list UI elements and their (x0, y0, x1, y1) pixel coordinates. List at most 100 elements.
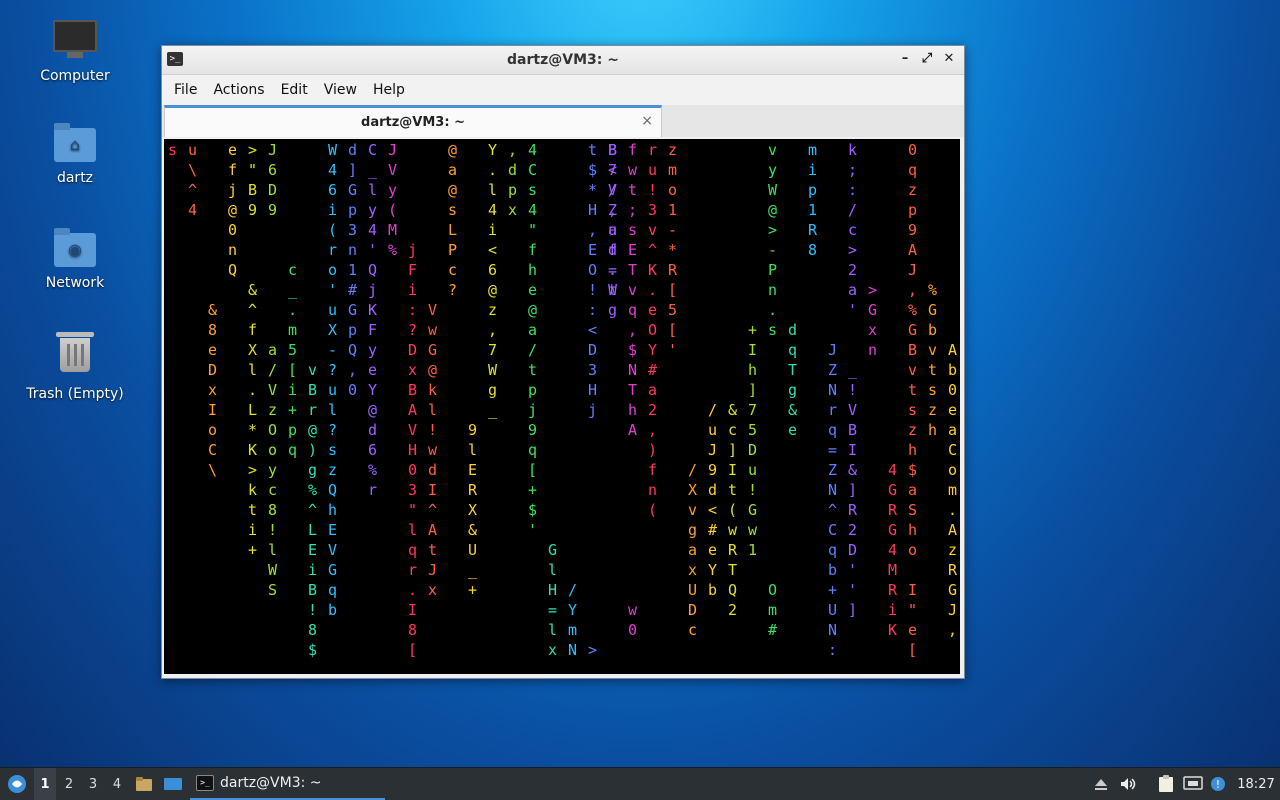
matrix-trail-glyph: R (848, 501, 858, 519)
matrix-trail-glyph: 4 (888, 461, 897, 479)
matrix-column-glyph: Y (648, 341, 657, 359)
matrix-column-glyph: G (328, 561, 337, 579)
matrix-trail-glyph: Q (728, 581, 737, 599)
desktop-icon-trash[interactable]: Trash (Empty) (20, 330, 130, 402)
matrix-trail-glyph: & (788, 401, 797, 419)
matrix-trail-glyph: U (468, 541, 477, 559)
menu-file[interactable]: File (166, 82, 205, 98)
matrix-column-glyph: 6 (328, 181, 337, 199)
matrix-column-glyph: ! (588, 281, 597, 299)
maximize-button[interactable]: ⤢ (918, 50, 936, 68)
svg-text:!: ! (1216, 778, 1220, 791)
matrix-column-glyph: 0 (228, 221, 237, 239)
matrix-trail-glyph: _ (468, 561, 478, 579)
matrix-column-glyph: o (668, 181, 677, 199)
minimize-button[interactable]: – (896, 50, 914, 68)
matrix-column-glyph: j (368, 281, 377, 299)
matrix-trail-glyph: 8 (208, 321, 217, 339)
matrix-column-glyph: f (228, 161, 237, 179)
matrix-column-glyph: K (368, 301, 377, 319)
volume-icon[interactable] (1116, 768, 1140, 800)
matrix-column-glyph: V (328, 541, 337, 559)
matrix-column-glyph: . (488, 161, 497, 179)
menu-help[interactable]: Help (365, 82, 413, 98)
matrix-column-glyph: n (348, 241, 357, 259)
matrix-trail-glyph: J (948, 601, 957, 619)
start-menu-icon[interactable] (4, 768, 30, 800)
matrix-column-glyph: % (388, 241, 397, 259)
matrix-column-glyph: k (848, 141, 857, 159)
matrix-trail-glyph: 4 (888, 541, 897, 559)
matrix-trail-glyph: I (908, 581, 917, 599)
matrix-trail-glyph: I (728, 461, 737, 479)
matrix-trail-glyph: l (468, 441, 477, 459)
menu-edit[interactable]: Edit (273, 82, 316, 98)
matrix-column-glyph: 8 (808, 241, 817, 259)
close-button[interactable]: ✕ (940, 50, 958, 68)
matrix-trail-glyph: 0 (628, 621, 637, 639)
matrix-trail-glyph: t (908, 381, 917, 399)
update-icon[interactable]: ! (1206, 768, 1230, 800)
matrix-column-glyph: 7 (488, 341, 497, 359)
matrix-trail-glyph: . (288, 301, 297, 319)
matrix-trail-glyph: z (268, 401, 277, 419)
matrix-column-glyph: W (768, 181, 778, 199)
clock[interactable]: 18:27 (1234, 768, 1278, 800)
terminal-window[interactable]: >_ dartz@VM3: ~ – ⤢ ✕ File Actions Edit … (161, 45, 965, 679)
matrix-trail-glyph: m (768, 601, 777, 619)
matrix-column-glyph: A (628, 421, 637, 439)
menu-actions[interactable]: Actions (205, 82, 272, 98)
matrix-column-glyph: 3 (588, 361, 597, 379)
desktop-icon-computer[interactable]: Computer (20, 16, 130, 84)
matrix-trail-glyph: A (428, 521, 437, 539)
matrix-column-glyph: l (368, 181, 377, 199)
matrix-trail-glyph: b (948, 361, 957, 379)
matrix-trail-glyph: > (868, 281, 877, 299)
workspace-4[interactable]: 4 (106, 768, 128, 800)
matrix-column-glyph: h (628, 401, 637, 419)
matrix-column-glyph: $ (588, 161, 597, 179)
matrix-trail-glyph: i (308, 561, 317, 579)
show-desktop-icon[interactable] (160, 768, 186, 800)
matrix-trail-glyph: I (848, 441, 857, 459)
workspace-2[interactable]: 2 (58, 768, 80, 800)
eject-icon[interactable] (1090, 768, 1112, 800)
matrix-trail-glyph: B (308, 381, 317, 399)
file-manager-icon[interactable] (132, 768, 156, 800)
matrix-trail-glyph: e (788, 421, 797, 439)
matrix-trail-glyph: t (248, 501, 257, 519)
matrix-trail-glyph: X (248, 341, 257, 359)
matrix-trail-glyph: G (868, 301, 877, 319)
matrix-column-glyph: > (248, 141, 257, 159)
matrix-trail-glyph: t (728, 481, 737, 499)
terminal-output[interactable]: s u \ ^ 4 e f j @0 n Q > " B 9 J 6 D 9 W 4 6 i(r o ' u X -? u l? s z Qh E… (164, 139, 960, 674)
desktop-icon-home[interactable]: ⌂ dartz (20, 122, 130, 186)
window-titlebar[interactable]: >_ dartz@VM3: ~ – ⤢ ✕ (162, 46, 964, 75)
matrix-column-glyph: f (648, 461, 657, 479)
network-icon[interactable] (1180, 768, 1206, 800)
matrix-trail-glyph: B (408, 381, 417, 399)
matrix-trail-glyph: k (428, 381, 437, 399)
tab-terminal[interactable]: dartz@VM3: ~ × (164, 105, 662, 137)
matrix-column-glyph: 9 (528, 421, 537, 439)
tab-close-button[interactable]: × (641, 113, 653, 129)
clipboard-icon[interactable] (1154, 768, 1178, 800)
workspace-3[interactable]: 3 (82, 768, 104, 800)
matrix-trail-glyph: C (948, 441, 957, 459)
matrix-trail-glyph: + (288, 401, 297, 419)
matrix-column-glyph: s (168, 141, 177, 159)
matrix-trail-glyph: . (948, 501, 957, 519)
matrix-column-glyph: B (248, 181, 257, 199)
desktop-icon-network[interactable]: ◉ Network (20, 227, 130, 291)
matrix-column-glyph: s (448, 201, 457, 219)
menu-view[interactable]: View (316, 82, 365, 98)
matrix-column-glyph: [ (668, 281, 677, 299)
workspace-1[interactable]: 1 (34, 768, 56, 800)
matrix-column-glyph: V (388, 161, 397, 179)
matrix-column-glyph: r (368, 481, 377, 499)
matrix-trail-glyph: B (308, 581, 317, 599)
taskbar-terminal-button[interactable]: >_ dartz@VM3: ~ (190, 768, 385, 800)
matrix-column-glyph: e (368, 361, 377, 379)
matrix-trail-glyph: ] (848, 601, 857, 619)
matrix-trail-glyph: t (928, 361, 937, 379)
